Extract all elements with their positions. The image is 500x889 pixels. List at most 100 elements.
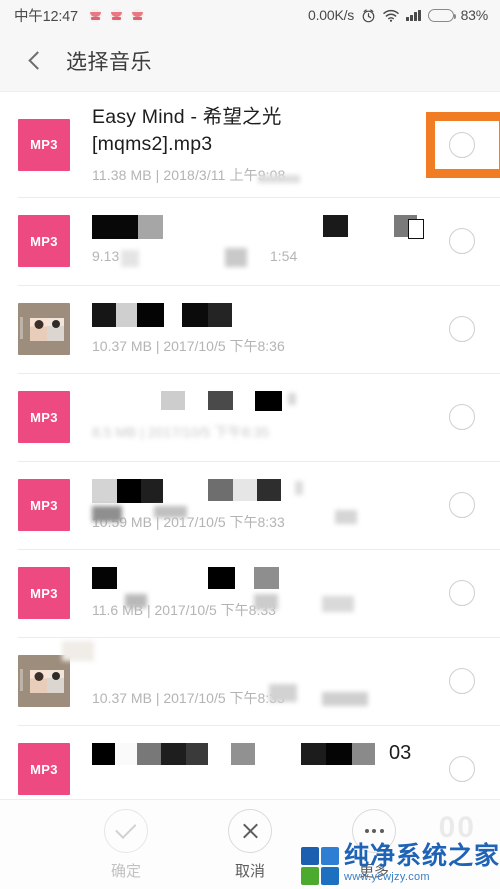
file-title: 03 [92,742,414,770]
page-title: 选择音乐 [66,50,152,74]
redaction-block [231,742,255,765]
photo-person-b [47,317,64,341]
redaction-block [137,302,164,327]
more-button[interactable]: 更多 [324,808,424,881]
file-meta-text: 10.37 MB | 2017/10/5 下午8:33 [92,689,285,706]
file-type-label: MP3 [30,497,58,513]
radio-button[interactable] [449,228,475,254]
row-content: 10.37 MB | 2017/10/5 下午8:33 [62,640,424,708]
table-row[interactable]: MP3 03 [0,725,500,800]
row-select-cell[interactable] [424,580,500,606]
radio-button[interactable] [449,404,475,430]
back-button[interactable] [20,46,50,76]
file-meta: 11.6 MB | 2017/10/5 下午8:33 [92,593,414,620]
art-spine [20,669,23,691]
radio-button[interactable] [449,131,475,158]
row-select-cell[interactable] [424,228,500,254]
table-row[interactable]: MP3 11.6 MB | 2017/10/5 下午8:33 [0,549,500,637]
more-dots-icon [352,808,396,853]
check-glyph [114,817,136,839]
file-meta: 11.38 MB | 2018/3/11 上午9:08 [92,167,286,183]
redaction-block [186,742,208,765]
redaction-smudge [269,683,297,702]
redaction-smudge [62,640,94,661]
wifi-icon [383,9,399,22]
redaction-block [92,566,117,589]
app-bar: 选择音乐 [0,30,500,92]
radio-button[interactable] [449,756,475,782]
redaction-block [208,566,235,589]
redaction-block [161,742,186,765]
close-icon [228,808,272,853]
row-select-cell[interactable] [424,316,500,342]
row-select-cell[interactable] [424,492,500,518]
redaction-smudge [258,175,300,183]
status-bar-right: 0.00K/s 83% [308,7,488,23]
table-row[interactable]: 10.37 MB | 2017/10/5 下午8:36 [0,285,500,373]
table-row[interactable]: 10.37 MB | 2017/10/5 下午8:33 [0,637,500,725]
redaction-smudge [154,505,187,518]
app-notif-icon [109,8,123,22]
album-photo [30,317,64,341]
file-meta: 10.37 MB | 2017/10/5 下午8:36 [92,336,414,356]
radio-button[interactable] [449,580,475,606]
mp3-file-icon: MP3 [18,479,70,531]
redaction-block [301,742,326,765]
redaction-smudge [295,480,303,495]
redaction-block [208,390,233,410]
redaction-block [92,742,115,765]
mp3-file-icon: MP3 [18,215,70,267]
table-row[interactable]: MP3 10.59 MB | 2017/10/5 下午8:33 [0,461,500,549]
art-spine [20,317,23,339]
file-type-label: MP3 [30,409,58,425]
mp3-file-icon: MP3 [18,743,70,795]
mp3-file-icon: MP3 [18,391,70,443]
bottom-action-bar: 确定 取消 更多 [0,799,500,889]
cancel-button[interactable]: 取消 [200,808,300,881]
radio-button[interactable] [449,492,475,518]
table-row[interactable]: MP3 8.5 MB | 2017/10/5 下午8:35 [0,373,500,461]
dots-glyph [364,828,384,833]
album-art-icon [18,655,70,707]
music-file-list[interactable]: MP3 Easy Mind - 希望之光 [mqms2].mp3 11.38 M… [0,92,500,800]
confirm-button-label: 确定 [110,862,141,880]
file-meta [92,776,414,796]
network-speed: 0.00K/s [308,7,355,23]
app-notif-icon [88,8,102,22]
file-title [92,390,414,418]
radio-button[interactable] [449,316,475,342]
table-row[interactable]: MP3 9.13 1:54 [0,197,500,285]
file-meta: 8.5 MB | 2017/10/5 下午8:35 [92,424,414,444]
notification-icons [88,8,144,22]
row-select-cell[interactable] [424,756,500,782]
confirm-button[interactable]: 确定 [76,808,176,881]
row-select-cell[interactable] [424,404,500,430]
redaction-block [92,478,117,503]
redaction-smudge [322,691,368,706]
file-type-label: MP3 [30,585,58,601]
album-art-icon [18,303,70,355]
mp3-file-icon: MP3 [18,118,70,171]
row-content: Easy Mind - 希望之光 [mqms2].mp3 11.38 MB | … [92,104,424,185]
row-content: 9.13 1:54 [92,214,424,268]
redaction-block [92,302,116,327]
redaction-smudge [322,595,354,612]
row-select-cell[interactable] [424,111,500,178]
radio-button[interactable] [449,668,475,694]
file-title [62,640,414,682]
redaction-block [208,478,233,501]
file-meta-text: 10.37 MB | 2017/10/5 下午8:36 [92,337,285,354]
redaction-block [408,218,424,239]
album-photo [30,669,64,693]
row-content: 03 [92,742,424,796]
file-meta-text: 11.6 MB | 2017/10/5 下午8:33 [92,601,276,618]
mp3-file-icon: MP3 [18,567,70,619]
redaction-block [255,390,282,411]
row-select-cell[interactable] [424,668,500,694]
file-title: Easy Mind - 希望之光 [mqms2].mp3 [92,106,282,155]
table-row[interactable]: MP3 Easy Mind - 希望之光 [mqms2].mp3 11.38 M… [0,92,500,197]
redaction-block [323,214,348,237]
redaction-block [233,478,257,501]
row-content: 10.59 MB | 2017/10/5 下午8:33 [92,478,424,532]
file-type-label: MP3 [30,761,58,777]
